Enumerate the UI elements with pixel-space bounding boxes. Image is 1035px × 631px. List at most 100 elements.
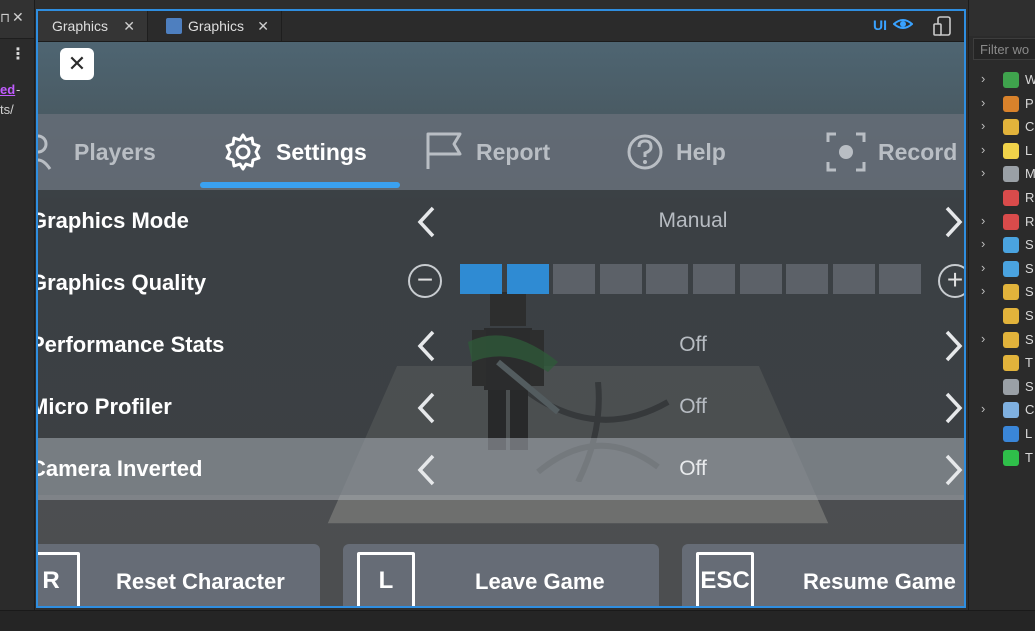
ui-toggle-label: UI [873, 17, 887, 33]
chevron-left-icon[interactable] [416, 205, 436, 239]
resume-game-button[interactable]: ESC Resume Game [682, 544, 964, 606]
document-tab-bar: Graphics ✕ Graphics ✕ UI [38, 11, 964, 42]
explorer-item[interactable]: › S [969, 257, 1035, 281]
output-link[interactable]: ed [0, 82, 15, 97]
tab-graphics-2[interactable]: Graphics ✕ [150, 11, 282, 41]
explorer-item-icon [1003, 260, 1019, 277]
explorer-item-icon [1003, 142, 1019, 159]
chevron-right-icon[interactable]: › [981, 236, 985, 251]
chevron-left-icon[interactable] [416, 453, 436, 487]
explorer-item-label: T [1025, 355, 1033, 371]
explorer-item[interactable]: › W [969, 68, 1035, 92]
close-icon[interactable]: ✕ [12, 9, 24, 26]
quality-segment[interactable] [599, 264, 642, 294]
setting-label: Graphics Quality [36, 270, 207, 295]
close-menu-button[interactable]: ✕ [60, 48, 94, 80]
explorer-item-label: W [1025, 72, 1035, 87]
quality-slider[interactable] [460, 264, 926, 296]
setting-value: Off [679, 333, 707, 356]
quality-segment[interactable] [646, 264, 689, 294]
decrease-quality-button[interactable]: − [408, 264, 442, 298]
chevron-right-icon[interactable]: › [981, 213, 985, 228]
output-path-text: ts/ [0, 102, 14, 117]
explorer-item-icon [1003, 72, 1019, 88]
setting-micro-profiler: Micro Profiler Off [38, 376, 964, 438]
explorer-item-icon [1003, 95, 1019, 112]
quality-segment[interactable] [460, 264, 502, 294]
tab-graphics-1[interactable]: Graphics ✕ [38, 11, 148, 41]
explorer-item[interactable]: S [969, 375, 1035, 399]
leave-game-button[interactable]: L Leave Game [343, 544, 659, 606]
left-panel: ⊓ ✕ ⋮ ed - ts/ [0, 0, 35, 630]
chevron-right-icon[interactable]: › [981, 401, 985, 416]
chevron-right-icon[interactable]: › [981, 142, 985, 157]
chevron-right-icon[interactable]: › [981, 71, 985, 86]
explorer-item[interactable]: › S [969, 233, 1035, 257]
tab-label: Graphics [52, 18, 109, 34]
explorer-item-icon [1003, 402, 1019, 419]
explorer-item-label: M [1025, 166, 1035, 182]
chevron-right-icon[interactable]: › [981, 260, 985, 275]
device-emulator-icon[interactable] [933, 16, 953, 36]
status-bar [0, 610, 1035, 631]
output-text: - [16, 82, 21, 97]
explorer-item[interactable]: › C [969, 398, 1035, 422]
game-window: Graphics ✕ Graphics ✕ UI ✕ Players Setti… [36, 9, 966, 608]
explorer-item-icon [1003, 426, 1019, 442]
quality-segment[interactable] [832, 264, 875, 294]
close-tab-icon[interactable]: ✕ [257, 11, 269, 41]
explorer-item[interactable]: T [969, 446, 1035, 470]
explorer-item[interactable]: › S [969, 328, 1035, 352]
chevron-right-icon[interactable] [944, 205, 964, 239]
chevron-right-icon[interactable] [944, 391, 964, 425]
explorer-item[interactable]: › C [969, 115, 1035, 139]
setting-value: Off [679, 457, 707, 480]
chevron-right-icon[interactable]: › [981, 95, 985, 110]
quality-segment[interactable] [506, 264, 549, 294]
pin-icon[interactable]: ⊓ [0, 10, 10, 26]
increase-quality-button[interactable]: + [938, 264, 964, 298]
explorer-item[interactable]: › P [969, 92, 1035, 116]
reset-character-button[interactable]: R Reset Character [38, 544, 320, 606]
quality-segment[interactable] [693, 264, 735, 294]
close-tab-icon[interactable]: ✕ [123, 11, 135, 41]
chevron-right-icon[interactable] [944, 329, 964, 363]
explorer-item[interactable]: L [969, 422, 1035, 446]
chevron-left-icon[interactable] [416, 391, 436, 425]
resume-game-label: Resume Game [803, 569, 956, 594]
reset-character-label: Reset Character [116, 569, 285, 594]
explorer-item-icon [1003, 213, 1019, 230]
chevron-right-icon[interactable]: › [981, 118, 985, 133]
explorer-header [969, 0, 1035, 36]
ui-visibility-toggle[interactable]: UI [873, 17, 913, 33]
gear-icon [225, 133, 261, 171]
explorer-item-label: C [1025, 402, 1035, 418]
chevron-left-icon[interactable] [416, 329, 436, 363]
setting-label: Graphics Mode [36, 208, 189, 233]
explorer-item[interactable]: › M [969, 162, 1035, 186]
chevron-right-icon[interactable]: › [981, 165, 985, 180]
chevron-right-icon[interactable]: › [981, 283, 985, 298]
explorer-item[interactable]: › R [969, 210, 1035, 234]
leave-game-label: Leave Game [475, 569, 605, 594]
explorer-item-icon [1003, 355, 1019, 372]
chevron-right-icon[interactable]: › [981, 331, 985, 346]
setting-label: Micro Profiler [36, 394, 172, 419]
explorer-filter-input[interactable]: Filter wo [973, 38, 1035, 60]
quality-segment[interactable] [879, 264, 922, 294]
more-options-icon[interactable]: ⋮ [10, 44, 26, 64]
explorer-item[interactable]: T [969, 351, 1035, 375]
explorer-item[interactable]: › L [969, 139, 1035, 163]
flag-icon [426, 132, 462, 169]
quality-segment[interactable] [739, 264, 782, 294]
explorer-item[interactable]: › S [969, 280, 1035, 304]
quality-segment[interactable] [786, 264, 829, 294]
quality-segment[interactable] [553, 264, 596, 294]
explorer-item[interactable]: R [969, 186, 1035, 210]
setting-camera-inverted: Camera Inverted Off [38, 438, 964, 500]
explorer-item[interactable]: S [969, 304, 1035, 328]
game-viewport[interactable]: ✕ Players Settings Report Help Record Gr… [38, 42, 964, 606]
place-icon [166, 18, 182, 34]
setting-label: Performance Stats [36, 332, 225, 357]
chevron-right-icon[interactable] [944, 453, 964, 487]
